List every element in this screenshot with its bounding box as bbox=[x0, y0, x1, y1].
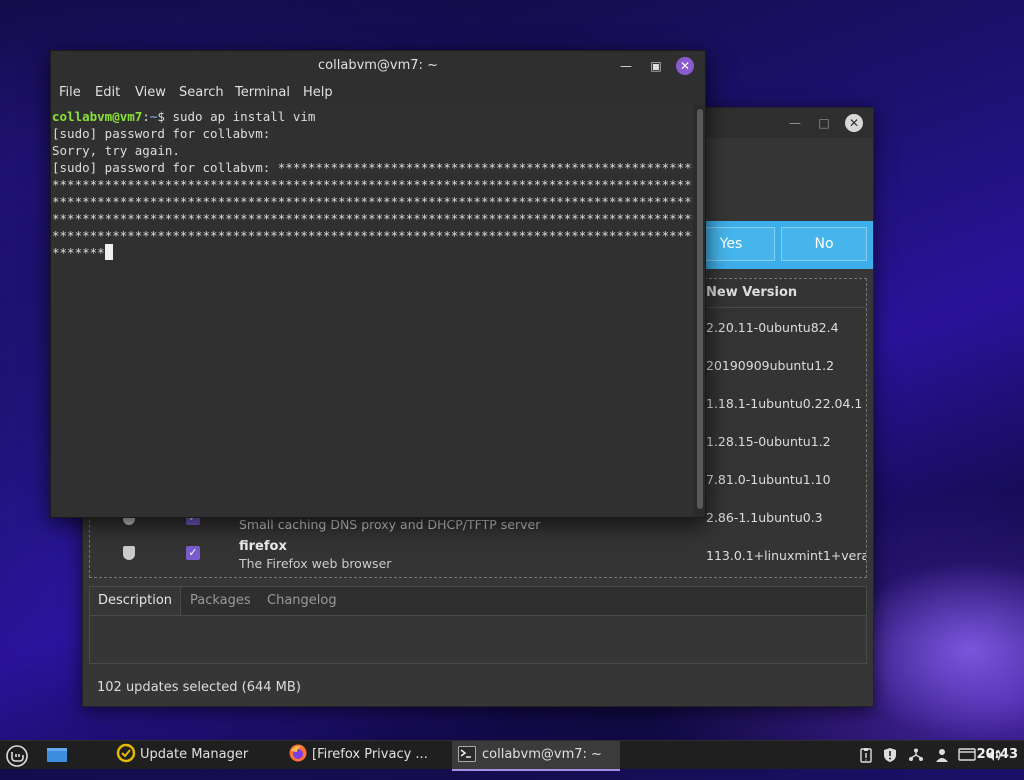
command-text: sudo ap install vim bbox=[172, 109, 316, 124]
output-line: ****************************************… bbox=[52, 177, 693, 192]
output-line: [sudo] password for collabvm: **********… bbox=[52, 160, 693, 175]
network-icon[interactable] bbox=[908, 747, 924, 763]
taskbar-item-terminal[interactable]: collabvm@vm7: ~ bbox=[452, 741, 620, 771]
minimize-icon[interactable]: — bbox=[786, 114, 804, 132]
shield-icon bbox=[123, 546, 135, 560]
mint-menu-icon[interactable] bbox=[6, 745, 28, 771]
package-description: The Firefox web browser bbox=[239, 556, 392, 571]
no-button[interactable]: No bbox=[781, 227, 867, 261]
terminal-menubar: File Edit View Search Terminal Help bbox=[51, 81, 705, 105]
update-checkbox[interactable]: ✓ bbox=[186, 546, 200, 560]
menu-terminal[interactable]: Terminal bbox=[235, 85, 290, 100]
package-name: firefox bbox=[239, 539, 287, 554]
clock[interactable]: 20:43 bbox=[977, 741, 1018, 769]
firefox-icon bbox=[289, 744, 307, 762]
show-desktop-icon[interactable] bbox=[46, 745, 68, 769]
taskbar-item-label: collabvm@vm7: ~ bbox=[482, 747, 602, 762]
menu-file[interactable]: File bbox=[59, 85, 81, 100]
prompt-separator: : bbox=[142, 109, 150, 124]
taskbar-item-label: Update Manager bbox=[140, 747, 249, 762]
details-tabs: Description Packages Changelog bbox=[89, 586, 867, 664]
status-text: 102 updates selected (644 MB) bbox=[97, 680, 301, 695]
new-version-cell: 1.28.15-0ubuntu1.2 bbox=[706, 434, 831, 449]
new-version-cell: 7.81.0-1ubuntu1.10 bbox=[706, 472, 831, 487]
user-icon[interactable] bbox=[934, 747, 950, 763]
tab-packages[interactable]: Packages bbox=[182, 587, 259, 615]
new-version-cell: 2.86-1.1ubuntu0.3 bbox=[706, 510, 823, 525]
text-cursor bbox=[104, 244, 113, 260]
taskbar: Update Manager [Firefox Privacy ... coll… bbox=[0, 740, 1024, 771]
maximize-icon[interactable]: □ bbox=[815, 114, 833, 132]
details-panel bbox=[90, 615, 866, 663]
scrollbar[interactable] bbox=[697, 109, 703, 509]
tab-changelog[interactable]: Changelog bbox=[259, 587, 345, 615]
display-icon[interactable] bbox=[958, 747, 976, 763]
new-version-cell: 113.0.1+linuxmint1+vera bbox=[706, 548, 867, 563]
menu-edit[interactable]: Edit bbox=[95, 85, 120, 100]
output-line: Sorry, try again. bbox=[52, 143, 180, 158]
terminal-titlebar[interactable]: collabvm@vm7: ~ — ▣ ✕ bbox=[51, 51, 705, 81]
window-title: collabvm@vm7: ~ bbox=[318, 58, 438, 73]
close-icon[interactable]: ✕ bbox=[845, 114, 863, 132]
new-version-cell: 20190909ubuntu1.2 bbox=[706, 358, 835, 373]
column-header-new-version[interactable]: New Version bbox=[706, 285, 797, 300]
menu-view[interactable]: View bbox=[135, 85, 166, 100]
output-line: [sudo] password for collabvm: bbox=[52, 126, 271, 141]
taskbar-item-label: [Firefox Privacy ... bbox=[312, 747, 428, 762]
new-version-cell: 2.20.11-0ubuntu82.4 bbox=[706, 320, 839, 335]
prompt-symbol: $ bbox=[157, 109, 173, 124]
menu-help[interactable]: Help bbox=[303, 85, 333, 100]
close-icon[interactable]: ✕ bbox=[676, 57, 694, 75]
tab-description[interactable]: Description bbox=[90, 587, 182, 615]
terminal-window: collabvm@vm7: ~ — ▣ ✕ File Edit View Sea… bbox=[50, 50, 706, 518]
output-line: ******* bbox=[52, 245, 105, 260]
minimize-icon[interactable]: — bbox=[617, 57, 635, 75]
taskbar-item-update-manager[interactable]: Update Manager bbox=[112, 741, 248, 769]
output-line: ****************************************… bbox=[52, 228, 693, 243]
terminal-icon bbox=[458, 746, 476, 762]
taskbar-item-firefox[interactable]: [Firefox Privacy ... bbox=[284, 741, 428, 769]
new-version-cell: 1.18.1-1ubuntu0.22.04.1 bbox=[706, 396, 863, 411]
menu-search[interactable]: Search bbox=[179, 85, 224, 100]
terminal-output[interactable]: collabvm@vm7:~$ sudo ap install vim [sud… bbox=[51, 105, 693, 517]
clipboard-icon[interactable] bbox=[858, 747, 874, 763]
package-description: Small caching DNS proxy and DHCP/TFTP se… bbox=[239, 517, 541, 532]
prompt-user: collabvm@vm7 bbox=[52, 109, 143, 124]
output-line: ****************************************… bbox=[52, 194, 693, 209]
maximize-icon[interactable]: ▣ bbox=[647, 57, 665, 75]
update-manager-icon bbox=[116, 743, 136, 763]
output-line: ****************************************… bbox=[52, 211, 693, 226]
update-shield-icon[interactable] bbox=[882, 747, 898, 763]
